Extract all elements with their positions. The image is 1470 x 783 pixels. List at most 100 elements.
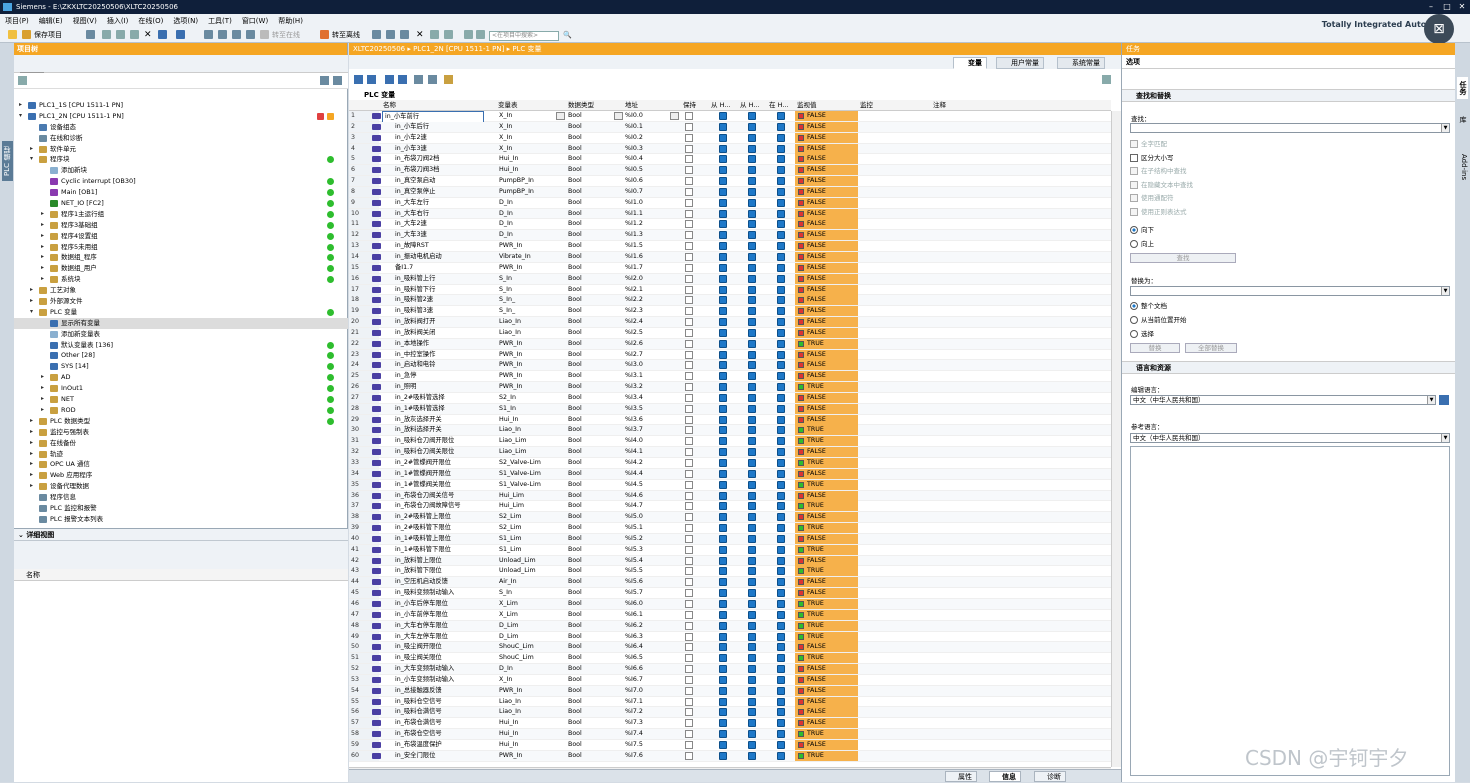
expand-right-icon[interactable]: ▸: [30, 438, 36, 449]
tag-table[interactable]: S_In_: [499, 295, 515, 305]
table-row[interactable]: 46 in_小车后停车限位 X_Lim Bool %I6.0 TRUE: [349, 598, 1111, 610]
data-type[interactable]: Bool: [568, 350, 582, 360]
data-type[interactable]: Bool: [568, 393, 582, 403]
table-row[interactable]: 5 in_布袋刀阀2档 Hui_In Bool %I0.4 FALSE: [349, 154, 1111, 166]
hmi-accessible-checkbox[interactable]: [719, 393, 727, 402]
tree-view-icon[interactable]: [18, 76, 27, 85]
table-row[interactable]: 17 in_吸料管下行 S_In Bool %I2.1 FALSE: [349, 284, 1111, 296]
table-row[interactable]: 55 in_吸料仓空信号 Liao_In Bool %I7.1 FALSE: [349, 696, 1111, 708]
table-row[interactable]: 43 in_放料管下限位 Unload_Lim Bool %I5.5 TRUE: [349, 566, 1111, 578]
tag-table[interactable]: S1_In: [499, 404, 516, 414]
tag-name[interactable]: in_2#管蝶阀开限位: [395, 458, 451, 468]
table-row[interactable]: 25 in_急停 PWR_In Bool %I3.1 FALSE: [349, 371, 1111, 383]
address[interactable]: %I7.6: [625, 751, 643, 761]
hmi-writable-checkbox[interactable]: [748, 393, 756, 402]
tree-item[interactable]: ▸ PLC 数据类型: [14, 416, 348, 427]
hmi-writable-checkbox[interactable]: [748, 437, 756, 446]
tag-name[interactable]: in_1#吸料管选择: [395, 404, 445, 414]
address[interactable]: %I7.4: [625, 729, 643, 739]
hmi-writable-checkbox[interactable]: [748, 675, 756, 684]
retain-checkbox[interactable]: [685, 740, 693, 749]
tag-table[interactable]: Liao_Lim: [499, 447, 527, 457]
table-row[interactable]: 30 in_放料选择开关 Liao_In Bool %I3.7 TRUE: [349, 425, 1111, 437]
save-project-button[interactable]: 保存项目: [34, 30, 62, 40]
hmi-visible-checkbox[interactable]: [777, 144, 785, 153]
expand-right-icon[interactable]: ▸: [41, 242, 47, 253]
tree-item[interactable]: ▸ Web 应用程序: [14, 470, 348, 481]
hmi-writable-checkbox[interactable]: [748, 198, 756, 207]
expand-right-icon[interactable]: ▸: [30, 481, 36, 492]
menu-item-1[interactable]: 编辑(E): [34, 14, 68, 28]
data-type[interactable]: Bool: [568, 621, 582, 631]
tree-item[interactable]: ▸ 数据组_用户: [14, 263, 348, 274]
tag-table-icon[interactable]: [444, 75, 453, 84]
hmi-writable-checkbox[interactable]: [748, 730, 756, 739]
expand-right-icon[interactable]: ▸: [30, 144, 36, 155]
overlay-close-icon[interactable]: ⊠: [1424, 14, 1454, 44]
go-online-icon[interactable]: [260, 30, 269, 39]
hmi-writable-checkbox[interactable]: [748, 632, 756, 641]
address[interactable]: %I2.7: [625, 350, 643, 360]
tree-item[interactable]: ▸ 程序3基础组: [14, 220, 348, 231]
table-row[interactable]: 34 in_1#管蝶阀开限位 S1_Valve-Lim Bool %I4.4 FALSE: [349, 468, 1111, 480]
tag-name[interactable]: in_2#吸料管下限位: [395, 523, 451, 533]
hmi-accessible-checkbox[interactable]: [719, 697, 727, 706]
tree-item[interactable]: PLC 报警文本列表: [14, 514, 348, 525]
hmi-visible-checkbox[interactable]: [777, 599, 785, 608]
tag-name[interactable]: in_2#吸料管选择: [395, 393, 445, 403]
data-type[interactable]: Bool: [568, 653, 582, 663]
hmi-writable-checkbox[interactable]: [748, 350, 756, 359]
tag-table[interactable]: X_In: [499, 122, 512, 132]
hmi-accessible-checkbox[interactable]: [719, 740, 727, 749]
tag-name[interactable]: in_吸尘阀开限位: [395, 642, 442, 652]
hmi-visible-checkbox[interactable]: [777, 372, 785, 381]
tag-name[interactable]: in_照明: [395, 382, 416, 392]
table-row[interactable]: 16 in_吸料管上行 S_In Bool %I2.0 FALSE: [349, 273, 1111, 285]
tag-table[interactable]: D_In: [499, 198, 513, 208]
retain-checkbox[interactable]: [685, 144, 693, 153]
tag-table[interactable]: Hui_Lim: [499, 491, 524, 501]
upload-icon[interactable]: [232, 30, 241, 39]
address[interactable]: %I2.5: [625, 328, 643, 338]
expand-down-icon[interactable]: ▾: [30, 307, 36, 318]
tree-item[interactable]: ▾ 程序块: [14, 154, 348, 165]
tag-name[interactable]: in_吸料管2速: [395, 295, 433, 305]
tag-table[interactable]: Hui_In: [499, 165, 518, 175]
tag-name[interactable]: in_放灰选择开关: [395, 415, 442, 425]
hmi-accessible-checkbox[interactable]: [719, 372, 727, 381]
tag-name[interactable]: in_放料管上限位: [395, 556, 442, 566]
retain-checkbox[interactable]: [685, 383, 693, 392]
hmi-accessible-checkbox[interactable]: [719, 502, 727, 511]
hmi-writable-checkbox[interactable]: [748, 274, 756, 283]
tag-table[interactable]: ShouC_Lim: [499, 653, 534, 663]
hmi-visible-checkbox[interactable]: [777, 654, 785, 663]
find-option-checkbox[interactable]: 全字匹配: [1130, 139, 1167, 149]
hmi-visible-checkbox[interactable]: [777, 545, 785, 554]
address[interactable]: %I1.7: [625, 263, 643, 273]
tree-item[interactable]: 添加新块: [14, 165, 348, 176]
project-search-input[interactable]: <在项目中搜索>: [489, 31, 559, 41]
hmi-visible-checkbox[interactable]: [777, 469, 785, 478]
tree-item[interactable]: ▸ 程序4设置组: [14, 231, 348, 242]
address[interactable]: %I5.7: [625, 588, 643, 598]
data-type[interactable]: Bool: [568, 285, 582, 295]
hmi-accessible-checkbox[interactable]: [719, 719, 727, 728]
hmi-writable-checkbox[interactable]: [748, 665, 756, 674]
hmi-accessible-checkbox[interactable]: [719, 448, 727, 457]
table-row[interactable]: 33 in_2#管蝶阀开限位 S2_Valve-Lim Bool %I4.2 TRUE: [349, 458, 1111, 469]
table-row[interactable]: 24 in_启动和电铃 PWR_In Bool %I3.0 FALSE: [349, 360, 1111, 372]
find-option-checkbox[interactable]: 在隐藏文本中查找: [1130, 180, 1193, 190]
tag-table[interactable]: Liao_In: [499, 425, 521, 435]
tag-name[interactable]: in_1#吸料管上限位: [395, 534, 451, 544]
hmi-visible-checkbox[interactable]: [777, 339, 785, 348]
address[interactable]: %I5.4: [625, 556, 643, 566]
find-option-checkbox[interactable]: 区分大小写: [1130, 153, 1174, 163]
data-type[interactable]: Bool: [568, 751, 582, 761]
data-type[interactable]: Bool: [568, 176, 582, 186]
hmi-accessible-checkbox[interactable]: [719, 198, 727, 207]
retain-checkbox[interactable]: [685, 448, 693, 457]
tag-table[interactable]: Hui_In: [499, 740, 518, 750]
table-row[interactable]: 50 in_吸尘阀开限位 ShouC_Lim Bool %I6.4 FALSE: [349, 642, 1111, 654]
hmi-writable-checkbox[interactable]: [748, 708, 756, 717]
direction-up-radio[interactable]: 向上: [1130, 239, 1154, 249]
